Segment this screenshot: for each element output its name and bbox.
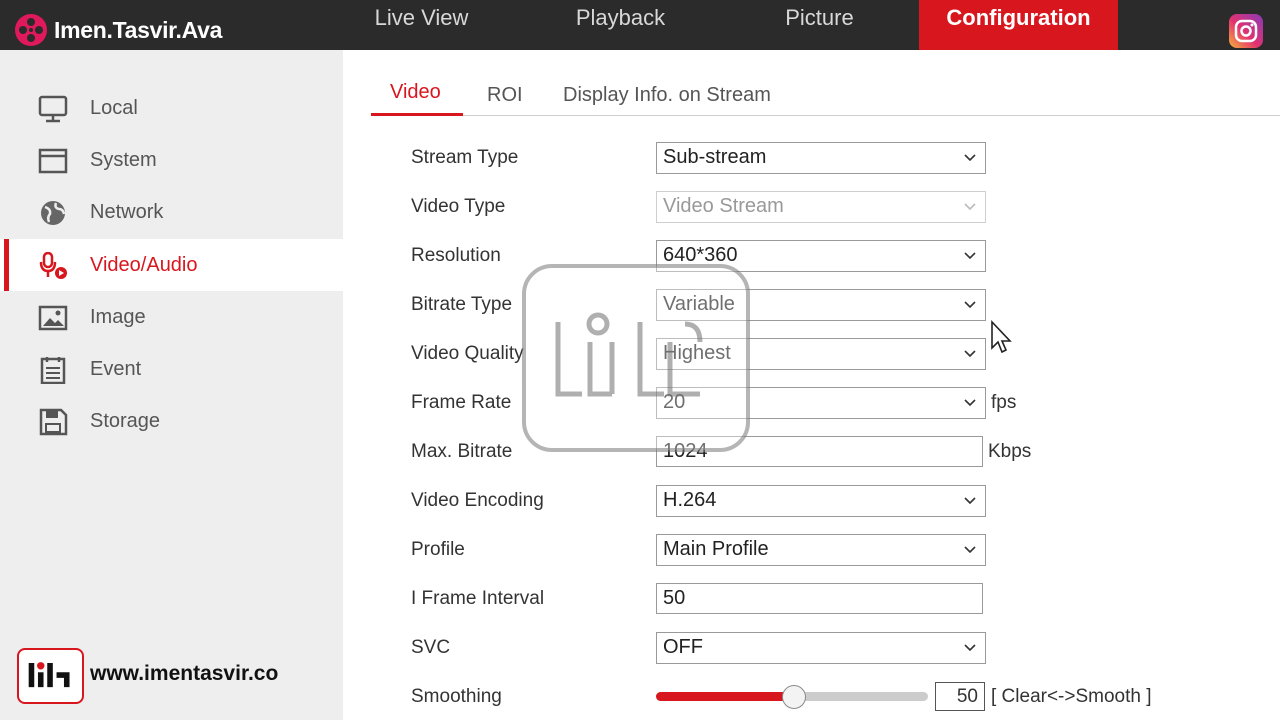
- top-bar: Imen.Tasvir.Ava Live View Playback Pictu…: [0, 0, 1280, 50]
- profile-select[interactable]: Main Profile: [656, 534, 986, 566]
- bitrate-type-value: Variable: [663, 293, 735, 315]
- sidebar-item-label: Local: [90, 96, 138, 119]
- video-type-value: Video Stream: [663, 195, 784, 217]
- website-url[interactable]: www.imentasvir.co: [90, 662, 278, 686]
- monitor-icon: [38, 95, 68, 123]
- max-bitrate-input[interactable]: 1024: [656, 436, 983, 467]
- resolution-select[interactable]: 640*360: [656, 240, 986, 272]
- film-reel-icon: [15, 14, 47, 46]
- tab-roi[interactable]: ROI: [487, 84, 523, 122]
- svc-select[interactable]: OFF: [656, 632, 986, 664]
- resolution-label: Resolution: [411, 245, 501, 266]
- sidebar-item-label: Image: [90, 305, 146, 328]
- video-type-label: Video Type: [411, 196, 506, 217]
- video-encoding-value: H.264: [663, 489, 717, 511]
- sidebar-item-video-audio[interactable]: Video/Audio: [0, 239, 343, 291]
- video-type-select: Video Stream: [656, 191, 986, 223]
- nav-picture[interactable]: Picture: [720, 0, 919, 50]
- chevron-down-icon: [964, 252, 976, 260]
- chevron-down-icon: [964, 154, 976, 162]
- i-frame-interval-input[interactable]: 50: [656, 583, 983, 614]
- profile-value: Main Profile: [663, 538, 769, 560]
- mouse-cursor-icon: [991, 320, 1012, 354]
- max-bitrate-label: Max. Bitrate: [411, 441, 513, 462]
- globe-icon: [41, 201, 66, 225]
- floppy-disk-icon: [39, 408, 68, 436]
- sidebar-item-label: Network: [90, 200, 164, 223]
- brand: Imen.Tasvir.Ava: [14, 13, 222, 47]
- chevron-down-icon: [964, 546, 976, 554]
- frame-rate-label: Frame Rate: [411, 392, 512, 413]
- bitrate-type-select[interactable]: Variable: [656, 289, 986, 321]
- nav-live-view[interactable]: Live View: [322, 0, 521, 50]
- frame-rate-value: 20: [663, 391, 686, 413]
- sidebar-item-label: Event: [90, 357, 142, 380]
- smoothing-label: Smoothing: [411, 686, 502, 707]
- sidebar-item-image[interactable]: Image: [0, 291, 343, 343]
- smoothing-value-box[interactable]: 50: [935, 682, 985, 711]
- resolution-value: 640*360: [663, 244, 738, 266]
- chevron-down-icon: [964, 644, 976, 652]
- max-bitrate-unit: Kbps: [988, 441, 1032, 462]
- image-icon: [38, 305, 68, 331]
- chevron-down-icon: [964, 350, 976, 358]
- sidebar-item-network[interactable]: Network: [0, 186, 343, 238]
- sidebar-item-label: Video/Audio: [90, 253, 198, 276]
- microphone-video-icon: [39, 252, 67, 279]
- chevron-down-icon: [964, 497, 976, 505]
- chevron-down-icon: [964, 399, 976, 407]
- sidebar-item-storage[interactable]: Storage: [0, 395, 343, 447]
- sidebar-item-label: System: [90, 148, 157, 171]
- chevron-down-icon: [964, 203, 976, 211]
- sidebar-item-label: Storage: [90, 409, 161, 432]
- brand-logo-icon: [17, 648, 84, 704]
- sidebar-item-local[interactable]: Local: [0, 82, 343, 134]
- sidebar-item-event[interactable]: Event: [0, 343, 343, 395]
- sidebar: Local System Network Video/Audio Image E…: [0, 50, 343, 720]
- chevron-down-icon: [964, 301, 976, 309]
- active-tab-indicator: [371, 113, 463, 116]
- smoothing-slider-fill: [656, 692, 792, 701]
- i-frame-interval-value: 50: [663, 587, 686, 609]
- instagram-icon[interactable]: [1229, 14, 1263, 48]
- tab-bar: Video ROI Display Info. on Stream: [371, 78, 1280, 116]
- main-panel: Video ROI Display Info. on Stream Stream…: [343, 50, 1280, 720]
- nav-configuration[interactable]: Configuration: [919, 0, 1118, 50]
- nav-playback[interactable]: Playback: [521, 0, 720, 50]
- svc-label: SVC: [411, 637, 451, 658]
- profile-label: Profile: [411, 539, 465, 560]
- frame-rate-select[interactable]: 20: [656, 387, 986, 419]
- video-quality-select[interactable]: Highest: [656, 338, 986, 370]
- video-quality-value: Highest: [663, 342, 731, 364]
- video-encoding-label: Video Encoding: [411, 490, 544, 511]
- sidebar-item-system[interactable]: System: [0, 134, 343, 186]
- brand-name: Imen.Tasvir.Ava: [54, 16, 223, 43]
- stream-type-value: Sub-stream: [663, 146, 767, 168]
- bitrate-type-label: Bitrate Type: [411, 294, 513, 315]
- frame-rate-unit: fps: [991, 392, 1017, 413]
- max-bitrate-value: 1024: [663, 440, 708, 462]
- i-frame-interval-label: I Frame Interval: [411, 588, 545, 609]
- stream-type-label: Stream Type: [411, 147, 519, 168]
- video-encoding-select[interactable]: H.264: [656, 485, 986, 517]
- smoothing-slider-handle[interactable]: [782, 685, 806, 709]
- video-quality-label: Video Quality: [411, 343, 524, 364]
- tab-display-info-on-stream[interactable]: Display Info. on Stream: [563, 84, 771, 122]
- svc-value: OFF: [663, 636, 703, 658]
- smoothing-hint: [ Clear<->Smooth ]: [991, 686, 1152, 707]
- window-icon: [38, 148, 68, 174]
- top-navigation: Live View Playback Picture Configuration: [322, 0, 1118, 50]
- calendar-list-icon: [40, 357, 66, 384]
- stream-type-select[interactable]: Sub-stream: [656, 142, 986, 174]
